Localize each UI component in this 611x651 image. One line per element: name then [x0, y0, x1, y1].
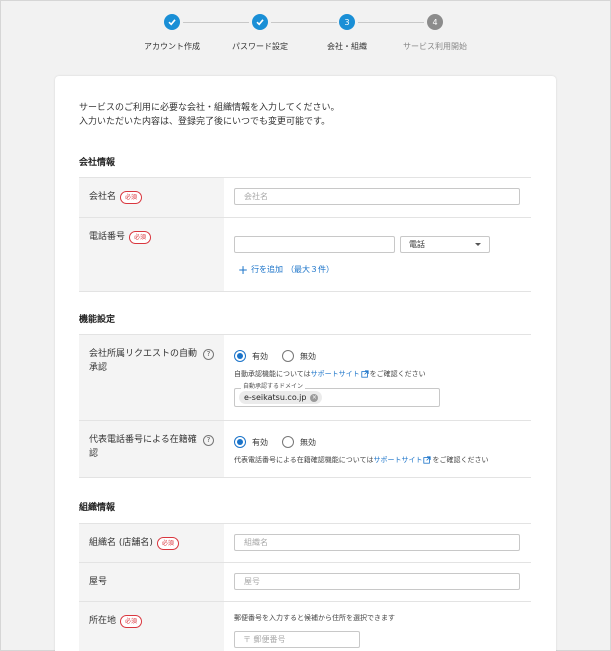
- form-row-org-name: 組織名 (店舗名) 必須: [79, 524, 531, 563]
- org-name-input[interactable]: [234, 534, 520, 551]
- company-form: 会社名必須 電話番号必須 電話 + 行を追加（最大３件）: [79, 177, 531, 292]
- phone-verify-label: 代表電話番号による在籍確認: [89, 435, 197, 459]
- step-number: 3: [339, 14, 355, 30]
- note-text: 代表電話番号による在籍確認機能については: [234, 456, 374, 464]
- field-label: 代表電話番号による在籍確認 ?: [79, 421, 224, 477]
- auto-approve-note: 自動承認機能については サポートサイト をご確認ください: [234, 369, 521, 379]
- form-row-phone-verify: 代表電話番号による在籍確認 ? 有効 無効 代表電話番号による在籍確認機能につい…: [79, 421, 531, 478]
- section-title-company: 会社情報: [79, 158, 116, 168]
- form-row-company-name: 会社名 必須: [79, 178, 531, 218]
- field-label: 会社所属リクエストの自動承認 ?: [79, 335, 224, 420]
- note-suffix: をご確認ください: [369, 370, 426, 378]
- field-label: 屋号: [79, 563, 224, 601]
- field-label: 電話番号 必須: [79, 218, 224, 291]
- domain-legend: 自動承認するドメイン: [241, 381, 306, 390]
- field-value: [224, 563, 531, 601]
- address-label: 所在地: [89, 616, 117, 626]
- external-link-icon: [361, 370, 369, 378]
- field-value: 電話 + 行を追加 （最大３件）: [224, 218, 531, 291]
- form-row-phone: 電話番号 必須 電話 + 行を追加 （最大３件）: [79, 218, 531, 292]
- field-value: 有効 無効 自動承認機能については サポートサイト をご確認ください 自動承認する…: [224, 335, 531, 420]
- radio-label: 有効: [252, 351, 268, 361]
- field-label: 組織名 (店舗名) 必須: [79, 524, 224, 562]
- domain-chip: e-seikatsu.co.jp ×: [239, 391, 323, 404]
- field-label: 会社名 必須: [79, 178, 224, 217]
- check-icon: [252, 14, 268, 30]
- section-title-features: 機能設定: [79, 315, 116, 325]
- form-row-address: 所在地 必須 郵便番号を入力すると候補から住所を選択できます 〒 郵便番号: [79, 602, 531, 651]
- required-badge: 必須: [120, 615, 143, 628]
- form-row-auto-approve: 会社所属リクエストの自動承認 ? 有効 無効 自動承認機能については サポートサイ…: [79, 335, 531, 421]
- organization-form: 組織名 (店舗名)必須 屋号 所在地必須 郵便番号を入力すると候補から住所を選択…: [79, 523, 531, 651]
- auto-approve-radio-group: 有効 無効: [234, 350, 521, 362]
- add-row-limit: （最大３件）: [286, 265, 335, 274]
- trade-name-label: 屋号: [89, 577, 108, 587]
- company-name-input[interactable]: [234, 188, 520, 205]
- support-site-link[interactable]: サポートサイト: [373, 455, 422, 465]
- field-value: 郵便番号を入力すると候補から住所を選択できます 〒 郵便番号: [224, 602, 531, 651]
- phone-verify-off-radio[interactable]: [282, 436, 294, 448]
- address-note: 郵便番号を入力すると候補から住所を選択できます: [234, 614, 395, 622]
- field-value: [224, 178, 531, 217]
- plus-icon: +: [238, 262, 249, 277]
- radio-label: 有効: [252, 437, 268, 447]
- note-text: 自動承認機能については: [234, 370, 311, 378]
- add-row-label: 行を追加: [251, 265, 284, 274]
- intro-line: 入力いただいた内容は、登録完了後にいつでも変更可能です。: [79, 117, 331, 127]
- add-row-button[interactable]: + 行を追加 （最大３件）: [238, 262, 335, 277]
- required-badge: 必須: [120, 191, 143, 204]
- registration-card: サービスのご利用に必要な会社・組織情報を入力してください。 入力いただいた内容は…: [55, 76, 556, 651]
- chevron-down-icon: [475, 243, 481, 246]
- external-link-icon: [423, 456, 432, 464]
- auto-approve-label: 会社所属リクエストの自動承認: [89, 349, 198, 373]
- company-name-label: 会社名: [89, 192, 117, 202]
- step-start-service: 4 サービス利用開始: [380, 9, 490, 52]
- step-number: 4: [427, 14, 443, 30]
- field-label: 所在地 必須: [79, 602, 224, 651]
- required-badge: 必須: [156, 537, 179, 550]
- domain-chip-label: e-seikatsu.co.jp: [244, 393, 307, 402]
- postal-code-input[interactable]: 〒 郵便番号: [234, 631, 360, 648]
- org-name-label: 組織名 (店舗名): [89, 538, 153, 548]
- note-suffix: をご確認ください: [432, 456, 489, 464]
- intro-line: サービスのご利用に必要な会社・組織情報を入力してください。: [79, 103, 340, 113]
- domain-input[interactable]: 自動承認するドメイン e-seikatsu.co.jp ×: [234, 381, 440, 407]
- phone-verify-note: 代表電話番号による在籍確認機能については サポートサイト をご確認ください: [234, 455, 521, 465]
- intro-text: サービスのご利用に必要な会社・組織情報を入力してください。 入力いただいた内容は…: [79, 101, 339, 129]
- help-icon[interactable]: ?: [203, 349, 214, 360]
- step-label: サービス利用開始: [403, 42, 467, 51]
- trade-name-input[interactable]: [234, 573, 520, 590]
- radio-label: 無効: [300, 437, 316, 447]
- phone-verify-on-radio[interactable]: [234, 436, 246, 448]
- phone-type-select[interactable]: 電話: [400, 236, 490, 253]
- check-icon: [164, 14, 180, 30]
- phone-type-value: 電話: [409, 240, 425, 249]
- phone-input[interactable]: [234, 236, 395, 253]
- auto-approve-on-radio[interactable]: [234, 350, 246, 362]
- phone-label: 電話番号: [89, 232, 126, 242]
- features-form: 会社所属リクエストの自動承認 ? 有効 無効 自動承認機能については サポートサイ…: [79, 334, 531, 478]
- radio-label: 無効: [300, 351, 316, 361]
- field-value: 有効 無効 代表電話番号による在籍確認機能については サポートサイト をご確認くだ…: [224, 421, 531, 477]
- phone-verify-radio-group: 有効 無効: [234, 436, 521, 448]
- auto-approve-off-radio[interactable]: [282, 350, 294, 362]
- required-badge: 必須: [129, 231, 152, 244]
- close-icon[interactable]: ×: [310, 393, 319, 402]
- section-title-organization: 組織情報: [79, 503, 116, 513]
- support-site-link[interactable]: サポートサイト: [311, 369, 360, 379]
- progress-stepper: アカウント作成 パスワード設定 3 会社・組織 4 サービス利用開始: [1, 9, 611, 59]
- form-row-trade-name: 屋号: [79, 563, 531, 602]
- field-value: [224, 524, 531, 562]
- help-icon[interactable]: ?: [203, 435, 214, 446]
